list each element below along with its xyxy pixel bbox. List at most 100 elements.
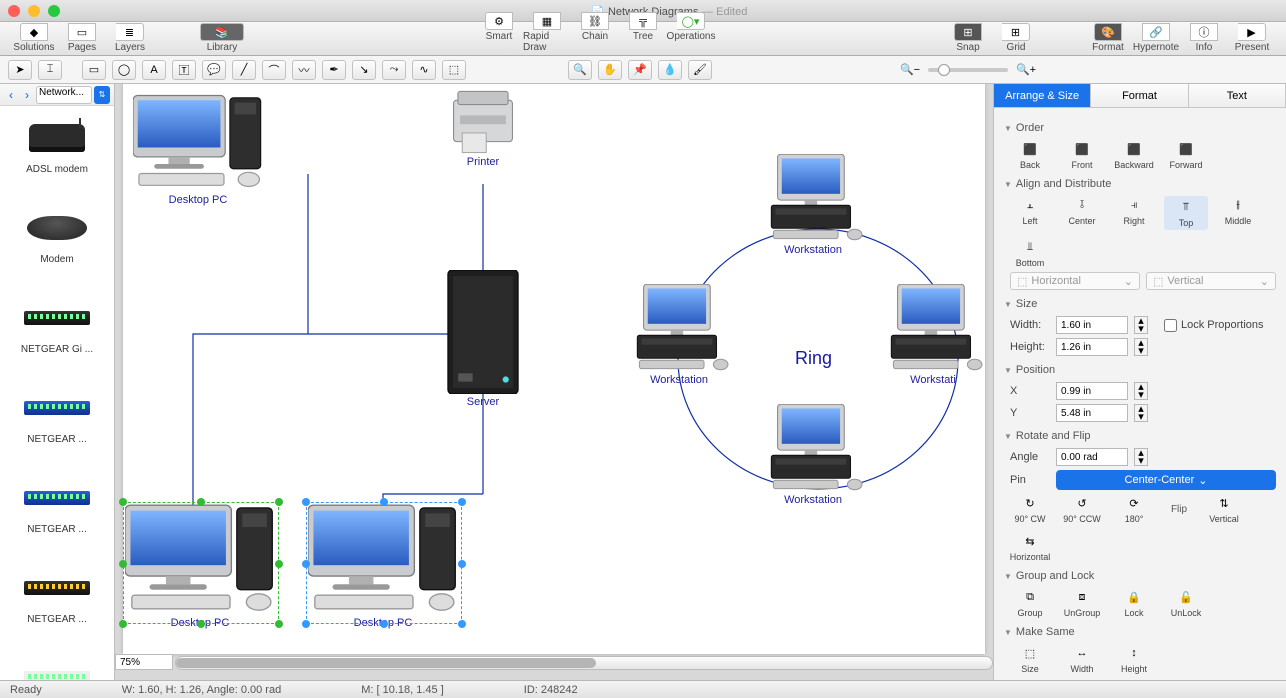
- node-server[interactable]: Server: [443, 270, 523, 408]
- arc-tool[interactable]: ⌒: [262, 60, 286, 80]
- y-field[interactable]: [1056, 404, 1128, 422]
- selection-handle[interactable]: [302, 560, 310, 568]
- horizontal-scrollbar[interactable]: [175, 656, 993, 670]
- library-select[interactable]: Network...: [36, 86, 92, 104]
- rect-tool[interactable]: ▭: [82, 60, 106, 80]
- align-center-button[interactable]: ⫱Center: [1060, 196, 1104, 230]
- height-stepper[interactable]: ▴▾: [1134, 338, 1148, 356]
- selection-handle[interactable]: [119, 620, 127, 628]
- pen-tool[interactable]: ✒: [322, 60, 346, 80]
- node-workstation[interactable]: Workstation: [763, 154, 863, 256]
- x-stepper[interactable]: ▴▾: [1134, 382, 1148, 400]
- info-button[interactable]: ⓘInfo: [1180, 23, 1228, 53]
- node-desktop-pc-selected[interactable]: Desktop PC: [125, 504, 275, 629]
- brush-tool[interactable]: 🖌: [688, 60, 712, 80]
- text-select-tool[interactable]: ⌶: [38, 60, 62, 80]
- section-position[interactable]: Position: [1004, 364, 1276, 376]
- align-middle-button[interactable]: ⫲Middle: [1216, 196, 1260, 230]
- smart-connector-tool[interactable]: ⤳: [382, 60, 406, 80]
- flip-v-button[interactable]: ⇅Vertical: [1202, 494, 1246, 524]
- rotate-180-button[interactable]: ⟳180°: [1112, 494, 1156, 524]
- list-item[interactable]: ADSL modem: [0, 110, 114, 200]
- same-size-button[interactable]: ⬚Size: [1008, 644, 1052, 674]
- unlock-button[interactable]: 🔓UnLock: [1164, 588, 1208, 618]
- list-item[interactable]: NETGEAR ...: [0, 470, 114, 560]
- selection-handle[interactable]: [197, 498, 205, 506]
- node-workstation[interactable]: Workstation: [629, 284, 729, 386]
- curve-tool[interactable]: 〰: [292, 60, 316, 80]
- lib-fwd-icon[interactable]: ›: [20, 88, 34, 102]
- tab-text[interactable]: Text: [1189, 84, 1286, 107]
- x-field[interactable]: [1056, 382, 1128, 400]
- snap-button[interactable]: ⊞Snap: [944, 23, 992, 53]
- zoom-in-icon[interactable]: 🔍+: [1014, 60, 1038, 80]
- node-workstation[interactable]: Workstation: [763, 404, 863, 506]
- text-tool[interactable]: A: [142, 60, 166, 80]
- minimize-icon[interactable]: [28, 5, 40, 17]
- list-item[interactable]: [0, 650, 114, 680]
- same-height-button[interactable]: ↕Height: [1112, 644, 1156, 674]
- tab-format[interactable]: Format: [1091, 84, 1188, 107]
- flip-h-button[interactable]: ⇆Horizontal: [1008, 532, 1052, 562]
- section-same[interactable]: Make Same: [1004, 626, 1276, 638]
- selection-handle[interactable]: [380, 498, 388, 506]
- lib-back-icon[interactable]: ‹: [4, 88, 18, 102]
- align-top-button[interactable]: ⫪Top: [1164, 196, 1208, 230]
- rapid-button[interactable]: ▦Rapid Draw: [523, 12, 571, 53]
- hypernote-button[interactable]: 🔗Hypernote: [1132, 23, 1180, 53]
- library-button[interactable]: 📚Library: [198, 23, 246, 53]
- section-rotate[interactable]: Rotate and Flip: [1004, 430, 1276, 442]
- zoom-icon[interactable]: [48, 5, 60, 17]
- section-group[interactable]: Group and Lock: [1004, 570, 1276, 582]
- distribute-h-select[interactable]: ⬚Horizontal⌄: [1010, 272, 1140, 290]
- y-stepper[interactable]: ▴▾: [1134, 404, 1148, 422]
- backward-button[interactable]: ⬛Backward: [1112, 140, 1156, 170]
- library-dropdown-icon[interactable]: ⇅: [94, 86, 110, 104]
- list-item[interactable]: Modem: [0, 200, 114, 290]
- list-item[interactable]: NETGEAR Gi ...: [0, 290, 114, 380]
- selection-handle[interactable]: [275, 560, 283, 568]
- group-button[interactable]: ⧉Group: [1008, 588, 1052, 618]
- pointer-tool[interactable]: ➤: [8, 60, 32, 80]
- tree-button[interactable]: ╦Tree: [619, 12, 667, 53]
- ungroup-button[interactable]: ⧈UnGroup: [1060, 588, 1104, 618]
- front-button[interactable]: ⬛Front: [1060, 140, 1104, 170]
- width-stepper[interactable]: ▴▾: [1134, 316, 1148, 334]
- callout-tool[interactable]: 💬: [202, 60, 226, 80]
- node-workstation[interactable]: Workstati: [883, 284, 983, 386]
- zoom-select[interactable]: [115, 654, 173, 670]
- node-desktop-pc-selected[interactable]: Desktop PC: [308, 504, 458, 629]
- section-align[interactable]: Align and Distribute: [1004, 178, 1276, 190]
- hand-tool[interactable]: ✋: [598, 60, 622, 80]
- selection-handle[interactable]: [380, 620, 388, 628]
- zoom-slider[interactable]: [928, 68, 1008, 72]
- connector-tool[interactable]: ↘: [352, 60, 376, 80]
- pages-button[interactable]: ▭Pages: [58, 23, 106, 53]
- close-icon[interactable]: [8, 5, 20, 17]
- width-field[interactable]: [1056, 316, 1128, 334]
- eyedrop-tool[interactable]: 💧: [658, 60, 682, 80]
- zoom-out-icon[interactable]: 🔍−: [898, 60, 922, 80]
- stamp-tool[interactable]: 📌: [628, 60, 652, 80]
- selection-handle[interactable]: [458, 620, 466, 628]
- canvas[interactable]: Desktop PC Printer Server Workstation Wo…: [123, 84, 985, 654]
- chain-button[interactable]: ⛓Chain: [571, 12, 619, 53]
- grid-button[interactable]: ⊞Grid: [992, 23, 1040, 53]
- selection-handle[interactable]: [119, 560, 127, 568]
- forward-button[interactable]: ⬛Forward: [1164, 140, 1208, 170]
- zoom-tool[interactable]: 🔍: [568, 60, 592, 80]
- section-size[interactable]: Size: [1004, 298, 1276, 310]
- container-tool[interactable]: ⬚: [442, 60, 466, 80]
- height-field[interactable]: [1056, 338, 1128, 356]
- selection-handle[interactable]: [275, 620, 283, 628]
- present-button[interactable]: ▶Present: [1228, 23, 1276, 53]
- align-right-button[interactable]: ⫣Right: [1112, 196, 1156, 230]
- tab-arrange[interactable]: Arrange & Size: [994, 84, 1091, 107]
- back-button[interactable]: ⬛Back: [1008, 140, 1052, 170]
- rotate-cw-button[interactable]: ↻90° CW: [1008, 494, 1052, 524]
- node-printer[interactable]: Printer: [443, 90, 523, 168]
- list-item[interactable]: NETGEAR ...: [0, 380, 114, 470]
- layers-button[interactable]: ≣Layers: [106, 23, 154, 53]
- smart-button[interactable]: ⚙Smart: [475, 12, 523, 53]
- section-order[interactable]: Order: [1004, 122, 1276, 134]
